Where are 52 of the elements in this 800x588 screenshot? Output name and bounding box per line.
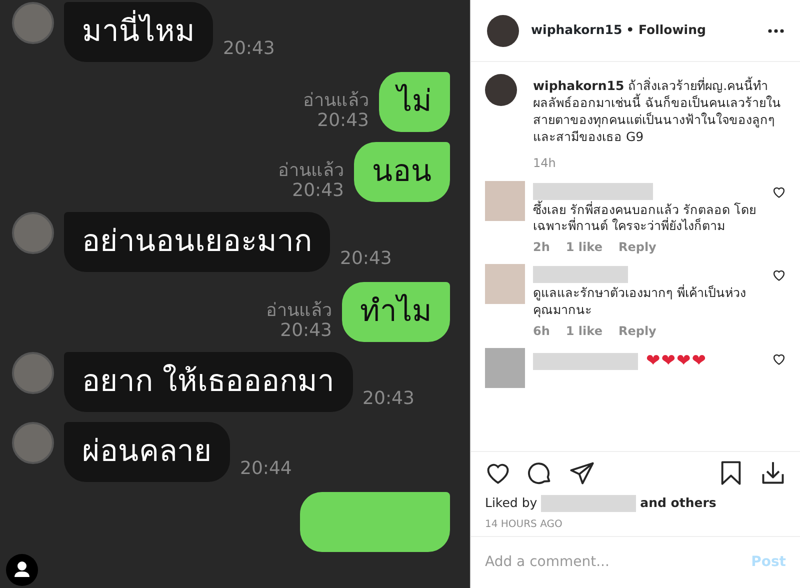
avatar-photo-placeholder <box>12 212 54 254</box>
avatar-photo-placeholder <box>487 14 519 46</box>
like-count[interactable]: 1 like <box>566 239 602 256</box>
avatar-photo-placeholder <box>12 422 54 464</box>
avatar-photo-placeholder <box>485 348 525 388</box>
follow-status: • Following <box>626 21 706 40</box>
read-receipt: อ่านแล้ว <box>303 90 369 112</box>
message-bubble: มานี่ไหม <box>64 2 213 62</box>
comment-age: 6h <box>533 323 550 340</box>
caption-text: wiphakorn15 ถ้าสิ่งเลวร้ายที่ผญ.คนนี้ทำผลลัพธ์ออกมาเช่นนี้ ฉันก็ขอเป็นคนเลวร้ายในสายตาของทุกคนแต่เป็นนางฟ้าในใจของลูกๆและสามีของเธอ G9 <box>533 78 782 146</box>
avatar-photo-placeholder <box>12 2 54 44</box>
avatar-photo-placeholder <box>12 352 54 394</box>
message-time: 20:43 <box>317 111 369 132</box>
avatar-photo-placeholder <box>485 74 517 106</box>
message-bubble: นอน <box>354 142 450 202</box>
read-receipt: อ่านแล้ว <box>278 160 344 182</box>
comment-text: ซึ้งเลย รักพี่สองคนบอกแล้ว รักตลอด โดยเฉพาะพี่กานต์ ใครจะว่าพี่ยังไงก็ตาม <box>533 202 757 236</box>
reply-link[interactable]: Reply <box>618 239 656 256</box>
liked-by-label: Liked by <box>485 494 538 512</box>
username-link[interactable]: wiphakorn15 <box>533 78 624 93</box>
like-count[interactable]: 1 like <box>566 323 602 340</box>
message-bubble: อยาก ให้เธอออกมา <box>64 352 353 412</box>
message-bubble: ผ่อนคลาย <box>64 422 230 482</box>
liked-by-others[interactable]: and others <box>640 494 716 513</box>
comment-age: 2h <box>533 239 550 256</box>
message-time: 20:43 <box>340 247 392 271</box>
username-link[interactable]: wiphakorn15 <box>531 21 622 40</box>
message-bubble: ทำไม <box>342 282 450 342</box>
message-time: 20:43 <box>362 387 414 411</box>
comment-field[interactable]: Add a comment... <box>485 552 752 573</box>
send-icon[interactable] <box>569 460 595 486</box>
heart-icon[interactable] <box>772 184 786 198</box>
reply-link[interactable]: Reply <box>618 323 656 340</box>
comment-text: ❤❤❤❤ <box>646 350 707 374</box>
message-time: 20:43 <box>280 321 332 342</box>
message-time: 20:43 <box>292 181 344 202</box>
comment-text: ดูแลและรักษาตัวเองมากๆ พี่เค้าเป็นห่วงคุณมากนะ <box>533 285 747 320</box>
heart-icon[interactable] <box>772 268 786 282</box>
avatar-photo-placeholder <box>485 180 525 220</box>
avatar-photo-placeholder <box>485 264 525 304</box>
message-bubble: ไม่ <box>379 72 450 132</box>
read-receipt: อ่านแล้ว <box>266 300 332 322</box>
message-time: 20:43 <box>223 37 275 61</box>
more-options-icon[interactable] <box>768 28 784 32</box>
download-icon[interactable] <box>760 460 786 486</box>
heart-icon[interactable] <box>772 352 786 366</box>
post-timestamp: 14 HOURS AGO <box>485 518 564 532</box>
message-time: 20:44 <box>240 457 292 481</box>
post-age: 14h <box>533 154 557 172</box>
comment-icon[interactable] <box>527 460 553 486</box>
user-icon[interactable] <box>6 554 38 586</box>
message-bubble: อย่านอนเยอะมาก <box>64 212 330 272</box>
